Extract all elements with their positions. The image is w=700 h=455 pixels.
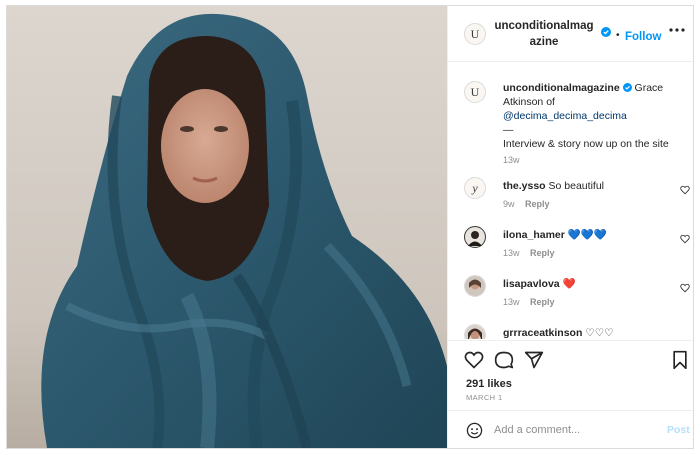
caption-body-2: Interview & story now up on the site [503,138,669,150]
comment-input[interactable] [494,420,654,440]
post-photo[interactable] [7,6,447,448]
more-options-icon[interactable] [668,23,686,37]
caption-username[interactable]: unconditionalmagazine [503,82,620,94]
comment-item: lisapavlova ❤️ 13w Reply [448,275,693,321]
like-comment-icon[interactable] [680,283,690,293]
separator-dot: • [616,30,620,41]
avatar[interactable] [464,226,486,248]
like-comment-icon[interactable] [680,234,690,244]
comment-timestamp[interactable]: 13w [503,248,520,258]
caption-text: unconditionalmagazine Grace Atkinson of … [503,81,683,151]
reply-button[interactable]: Reply [525,199,550,209]
avatar[interactable]: U [464,81,486,103]
comment-icon[interactable] [494,350,514,370]
comment-item: grrraceatkinson ♡♡♡ [448,324,693,339]
verified-badge-icon [622,83,632,92]
comment-meta: 9w Reply [503,199,550,209]
avatar-letter: y [472,180,478,195]
verified-badge-icon [601,27,611,37]
avatar[interactable] [464,324,486,339]
like-comment-icon[interactable] [680,185,690,195]
likes-count[interactable]: 291 likes [466,378,512,390]
caption-timestamp[interactable]: 13w [503,155,520,165]
comment-timestamp[interactable]: 13w [503,297,520,307]
avatar-letter: U [470,84,480,99]
comment-username[interactable]: the.ysso [503,180,546,192]
portrait-image [7,6,447,448]
comment-body: 💙💙💙 [567,229,608,241]
comment-meta: 13w Reply [503,297,555,307]
emoji-icon[interactable] [466,422,483,439]
comment-username[interactable]: lisapavlova [503,278,560,290]
heart-icon[interactable] [464,350,484,370]
avatar-photo [465,227,485,247]
header-username[interactable]: unconditionalmagazine [494,18,594,50]
comment-body: So beautiful [548,180,604,192]
post-dialog: U unconditionalmagazine • Follow U uncon… [6,5,694,449]
comment-username[interactable]: grrraceatkinson [503,327,582,339]
post-header: U unconditionalmagazine • Follow [448,6,693,62]
follow-button[interactable]: Follow [625,31,661,43]
comments-list[interactable]: U unconditionalmagazine Grace Atkinson o… [448,63,693,339]
comment-text: ilona_hamer 💙💙💙 [503,228,663,242]
comment-item: ilona_hamer 💙💙💙 13w Reply [448,226,693,272]
avatar[interactable]: y [464,177,486,199]
avatar-photo [465,276,485,296]
post-date[interactable]: MARCH 1 [466,393,503,402]
post-side-panel: U unconditionalmagazine • Follow U uncon… [447,6,693,448]
post-button[interactable]: Post [667,424,690,436]
comment-body: ❤️ [562,278,576,290]
comment-text: lisapavlova ❤️ [503,277,663,291]
reply-button[interactable]: Reply [530,297,555,307]
avatar[interactable]: U [464,23,486,45]
comment-item: y the.ysso So beautiful 9w Reply [448,177,693,223]
comment-text: grrraceatkinson ♡♡♡ [503,326,663,339]
comment-text: the.ysso So beautiful [503,179,663,193]
comment-body: ♡♡♡ [585,327,614,339]
add-comment-bar: Post [448,410,693,448]
post-actions: 291 likes MARCH 1 [448,340,693,410]
avatar[interactable] [464,275,486,297]
comment-timestamp[interactable]: 9w [503,199,515,209]
comment-username[interactable]: ilona_hamer [503,229,565,241]
bookmark-icon[interactable] [670,350,690,370]
caption-dash: — [503,124,514,136]
avatar-letter: U [470,26,480,41]
share-icon[interactable] [524,350,544,370]
reply-button[interactable]: Reply [530,248,555,258]
comment-meta: 13w Reply [503,248,555,258]
avatar-photo [465,325,485,339]
caption-mention-link[interactable]: @decima_decima_decima [503,110,627,122]
